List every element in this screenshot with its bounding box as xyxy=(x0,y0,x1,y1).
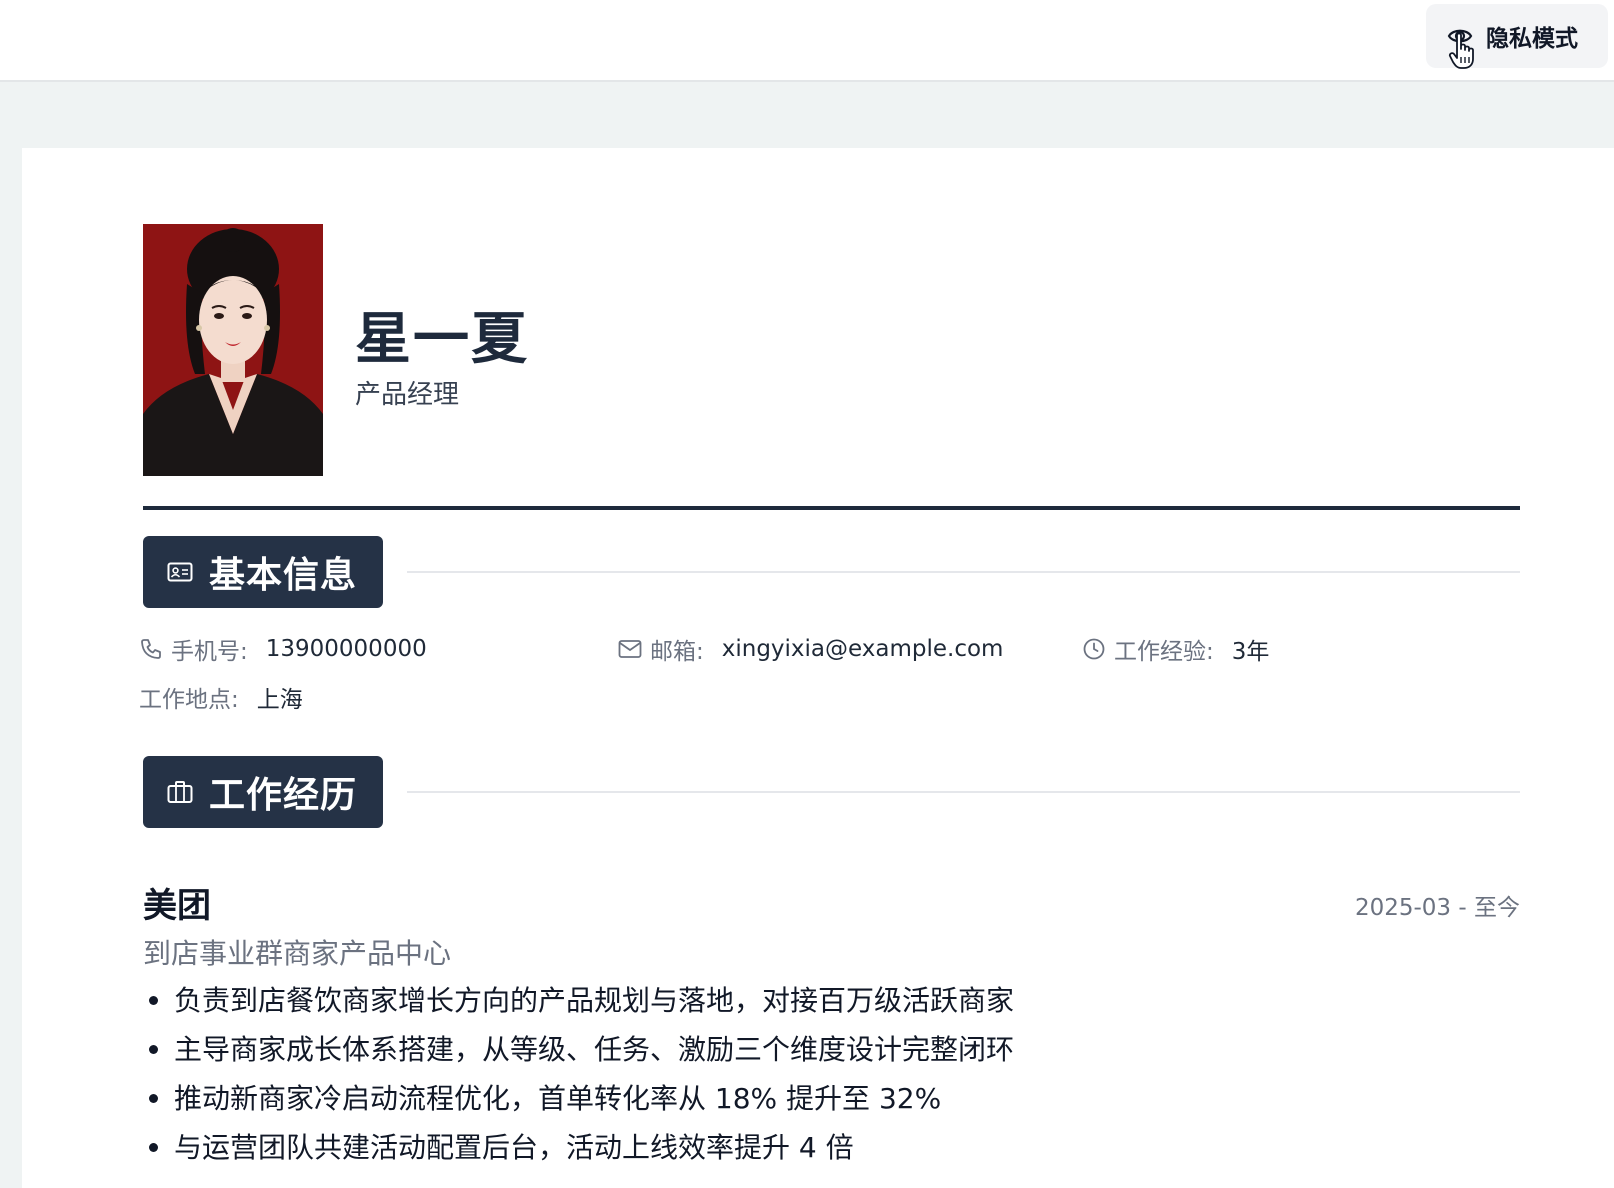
email-label: 邮箱: xyxy=(650,639,704,665)
info-phone: 手机号: 13900000000 xyxy=(139,632,427,666)
list-item: 与运营团队共建活动配置后台，活动上线效率提升 4 倍 xyxy=(143,1123,1014,1172)
location-value: 上海 xyxy=(256,687,303,713)
list-item: 推动新商家冷启动流程优化，首单转化率从 18% 提升至 32% xyxy=(143,1074,1014,1123)
section-title-work: 工作经历 xyxy=(209,775,358,816)
header-divider xyxy=(143,506,1520,510)
info-email: 邮箱: xingyixia@example.com xyxy=(618,632,1003,666)
experience-value: 3年 xyxy=(1231,639,1270,665)
section-divider-basic-info xyxy=(407,571,1520,573)
candidate-name: 星一夏 xyxy=(355,307,529,372)
resume-sheet: 星一夏 产品经理 基本信息 手机号: 13900000000 邮箱: xingy… xyxy=(22,148,1614,1188)
clock-icon xyxy=(1083,638,1105,660)
section-header-work: 工作经历 xyxy=(143,756,383,828)
location-label: 工作地点: xyxy=(139,687,239,713)
department: 到店事业群商家产品中心 xyxy=(143,937,452,970)
company-name: 美团 xyxy=(143,886,211,926)
section-header-basic-info: 基本信息 xyxy=(143,536,383,608)
candidate-role: 产品经理 xyxy=(355,380,460,410)
info-location: 工作地点: 上海 xyxy=(139,680,303,714)
list-item: 主导商家成长体系搭建，从等级、任务、激励三个维度设计完整闭环 xyxy=(143,1025,1014,1074)
briefcase-icon xyxy=(167,781,193,803)
info-experience: 工作经验: 3年 xyxy=(1082,632,1269,666)
list-item: 负责到店餐饮商家增长方向的产品规划与落地，对接百万级活跃商家 xyxy=(143,976,1014,1025)
mail-icon xyxy=(618,640,642,658)
privacy-mode-button[interactable]: 隐私模式 xyxy=(1426,4,1608,69)
experience-label: 工作经验: xyxy=(1114,639,1214,665)
work-bullet-list: 负责到店餐饮商家增长方向的产品规划与落地，对接百万级活跃商家 主导商家成长体系搭… xyxy=(143,976,1014,1172)
top-bar: 隐私模式 xyxy=(0,0,1614,82)
privacy-mode-label: 隐私模式 xyxy=(1486,26,1578,52)
section-title-basic-info: 基本信息 xyxy=(209,555,358,596)
email-value: xingyixia@example.com xyxy=(721,636,1004,662)
avatar xyxy=(143,224,323,476)
hand-cursor-icon xyxy=(1448,32,1474,69)
id-card-icon xyxy=(167,562,193,582)
phone-label: 手机号: xyxy=(171,639,248,665)
phone-value: 13900000000 xyxy=(265,636,427,662)
phone-icon xyxy=(141,639,161,659)
section-divider-work xyxy=(407,791,1520,793)
work-period: 2025-03 - 至今 xyxy=(1354,895,1520,921)
